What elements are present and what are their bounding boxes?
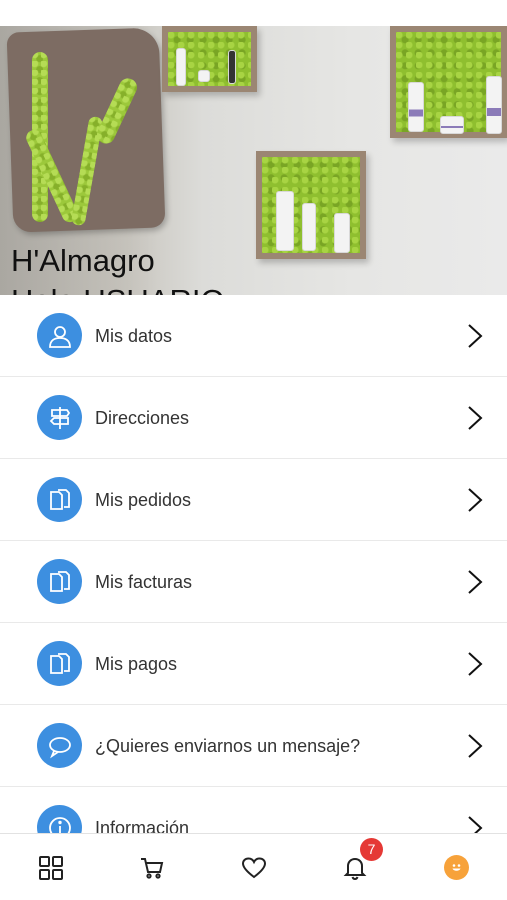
menu-item-label: Información — [95, 818, 190, 833]
grid-icon — [39, 855, 63, 880]
chevron-right-icon — [468, 816, 483, 833]
bottom-tab-bar: 7 — [0, 833, 507, 900]
menu-item-mis-datos[interactable]: Mis datos — [0, 295, 507, 377]
user-icon — [37, 313, 82, 358]
business-name: H'Almagro — [11, 243, 155, 278]
chevron-right-icon — [468, 488, 483, 512]
menu-item-label: Mis pagos — [95, 654, 178, 674]
shelf-top-small — [162, 26, 257, 92]
tab-cart[interactable] — [122, 834, 182, 900]
chevron-right-icon — [468, 406, 483, 430]
menu-item-mis-pedidos[interactable]: Mis pedidos — [0, 459, 507, 541]
shelf-right — [390, 26, 507, 138]
documents-icon — [37, 477, 82, 522]
user-greeting: Hola USUARIO — [11, 282, 225, 295]
menu-item-label: ¿Quieres enviarnos un mensaje? — [95, 736, 361, 756]
menu-item-direcciones[interactable]: Direcciones — [0, 377, 507, 459]
chevron-right-icon — [468, 734, 483, 758]
shelf-middle — [256, 151, 366, 259]
hero-banner: H'Almagro Hola USUARIO — [0, 26, 507, 295]
menu-item-label: Mis facturas — [95, 572, 193, 592]
notification-badge: 7 — [360, 838, 383, 861]
chevron-right-icon — [468, 570, 483, 594]
cart-icon — [141, 857, 164, 879]
documents-icon — [37, 559, 82, 604]
menu-item-mensaje[interactable]: ¿Quieres enviarnos un mensaje? — [0, 705, 507, 787]
menu-item-label: Mis datos — [95, 326, 173, 346]
heart-icon — [241, 856, 267, 878]
tab-catalog[interactable] — [21, 834, 81, 900]
menu-item-informacion[interactable]: Información — [0, 787, 507, 833]
menu-item-mis-facturas[interactable]: Mis facturas — [0, 541, 507, 623]
tab-profile[interactable] — [426, 834, 486, 900]
chevron-right-icon — [468, 324, 483, 348]
menu-item-mis-pagos[interactable]: Mis pagos — [0, 623, 507, 705]
documents-icon — [37, 641, 82, 686]
chat-bubble-icon — [37, 723, 82, 768]
info-icon — [37, 805, 82, 833]
chevron-right-icon — [468, 652, 483, 676]
profile-icon — [443, 855, 469, 880]
signpost-icon — [37, 395, 82, 440]
tab-favorites[interactable] — [224, 834, 284, 900]
menu-item-label: Direcciones — [95, 408, 190, 428]
menu-item-label: Mis pedidos — [95, 490, 192, 510]
account-menu: Mis datos Direcciones Mis pedidos Mis fa… — [0, 295, 507, 833]
